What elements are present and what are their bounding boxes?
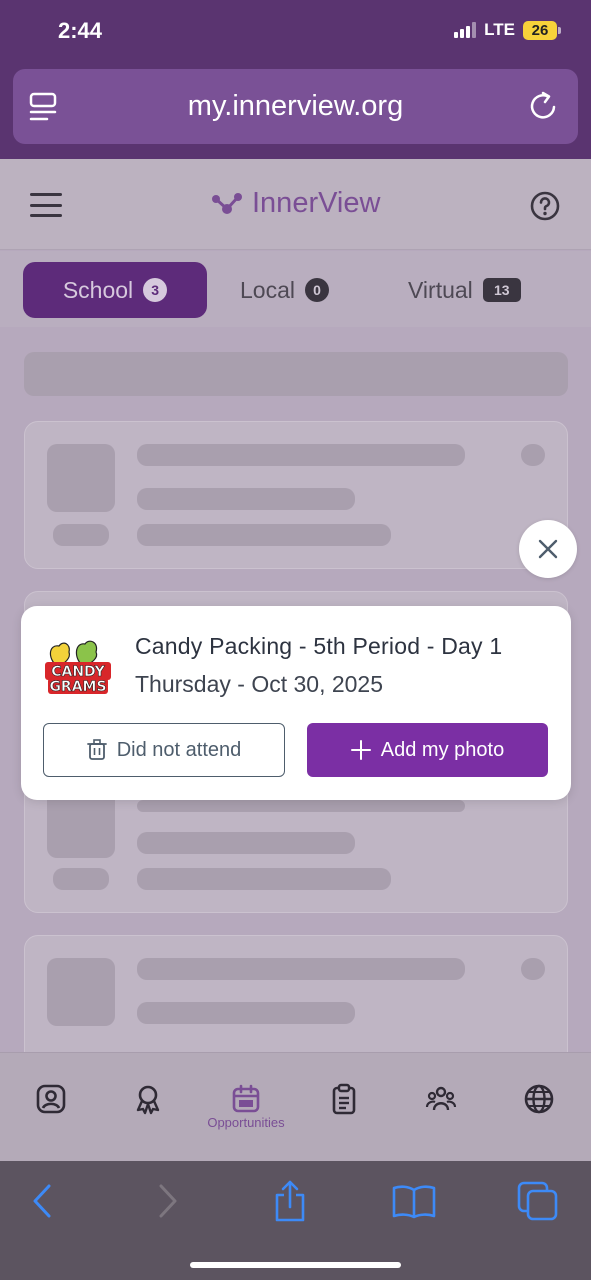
opportunity-title: Candy Packing - 5th Period - Day 1 xyxy=(135,633,503,659)
skeleton-card xyxy=(24,421,568,569)
book-icon xyxy=(392,1185,436,1219)
tab-school-count: 3 xyxy=(143,278,168,302)
share-button[interactable] xyxy=(268,1179,312,1223)
logo-text-1: CANDY xyxy=(51,664,105,680)
did-not-attend-label: Did not attend xyxy=(116,738,242,761)
chevron-right-icon xyxy=(159,1184,177,1218)
tabs-icon xyxy=(517,1181,558,1221)
nav-opportunities-label: Opportunities xyxy=(207,1115,285,1130)
forward-button[interactable] xyxy=(146,1179,190,1223)
app-logo[interactable]: InnerView xyxy=(210,187,380,220)
innerview-logo-icon xyxy=(212,192,242,214)
status-indicators: LTE 26 xyxy=(454,20,561,40)
back-button[interactable] xyxy=(20,1179,64,1223)
page-menu-icon[interactable] xyxy=(29,91,57,123)
nav-awards[interactable] xyxy=(128,1083,168,1123)
did-not-attend-button[interactable]: Did not attend xyxy=(43,723,285,777)
status-bar: 2:44 LTE 26 xyxy=(0,0,591,62)
bookmarks-button[interactable] xyxy=(392,1179,436,1223)
network-type: LTE xyxy=(484,20,515,39)
nav-tasks[interactable] xyxy=(324,1083,364,1123)
skeleton-bar xyxy=(24,352,568,396)
battery-icon: 26 xyxy=(523,20,561,40)
home-indicator xyxy=(190,1262,401,1268)
nav-global[interactable] xyxy=(519,1083,559,1123)
tab-virtual-label: Virtual xyxy=(408,276,473,303)
plus-icon xyxy=(350,740,371,760)
trash-icon xyxy=(86,739,107,760)
candy-grams-logo: CANDY GRAMS xyxy=(45,640,111,695)
url-text[interactable]: my.innerview.org xyxy=(188,90,403,123)
address-bar[interactable]: my.innerview.org xyxy=(13,69,578,144)
nav-community[interactable] xyxy=(421,1083,461,1123)
close-icon xyxy=(538,539,558,559)
tab-school-label: School xyxy=(62,276,134,303)
status-time: 2:44 xyxy=(58,18,103,43)
calendar-icon xyxy=(232,1084,260,1113)
tab-local-label: Local xyxy=(240,276,295,303)
tab-school[interactable]: School 3 xyxy=(23,262,207,318)
profile-icon xyxy=(36,1084,66,1114)
tab-local[interactable]: Local 0 xyxy=(240,262,329,318)
help-icon[interactable] xyxy=(529,190,561,222)
tab-virtual-count: 13 xyxy=(482,278,521,302)
opportunity-tabs: School 3 Local 0 Virtual 13 xyxy=(0,251,591,327)
app-header: InnerView xyxy=(0,159,591,250)
opportunity-modal: CANDY GRAMS Candy Packing - 5th Period -… xyxy=(21,606,571,800)
tabs-button[interactable] xyxy=(516,1179,560,1223)
app-logo-text: InnerView xyxy=(252,187,381,219)
battery-level: 26 xyxy=(523,20,557,40)
bottom-nav: Opportunities xyxy=(0,1052,591,1161)
award-icon xyxy=(136,1085,160,1115)
tab-virtual[interactable]: Virtual 13 xyxy=(408,262,521,318)
globe-icon xyxy=(524,1084,554,1114)
clipboard-icon xyxy=(332,1083,356,1115)
reload-icon[interactable] xyxy=(528,89,560,123)
add-photo-label: Add my photo xyxy=(380,738,505,761)
opportunity-date: Thursday - Oct 30, 2025 xyxy=(135,671,384,697)
cellular-signal-icon xyxy=(454,22,477,38)
logo-text-2: GRAMS xyxy=(49,679,106,695)
people-icon xyxy=(425,1086,457,1111)
nav-profile[interactable] xyxy=(31,1083,71,1123)
menu-icon[interactable] xyxy=(30,193,62,217)
add-photo-button[interactable]: Add my photo xyxy=(307,723,548,777)
chevron-left-icon xyxy=(33,1184,51,1218)
share-icon xyxy=(275,1180,305,1222)
tab-local-count: 0 xyxy=(304,278,329,302)
modal-close-button[interactable] xyxy=(519,520,577,578)
